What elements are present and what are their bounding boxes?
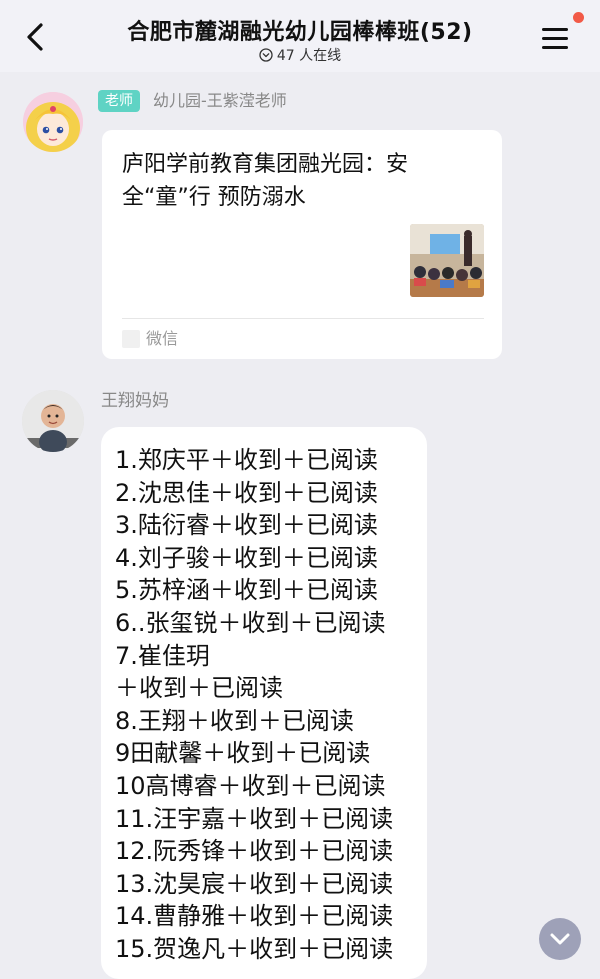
message-line: 3.陆衍睿＋收到＋已阅读 bbox=[115, 511, 378, 540]
chat-header: 合肥市麓湖融光幼儿园棒棒班(52) 47 人在线 bbox=[0, 0, 600, 72]
message-line: 15.贺逸凡＋收到＋已阅读 bbox=[115, 935, 394, 963]
message-line: 4.刘子骏＋收到＋已阅读 bbox=[115, 543, 378, 572]
message-line: 7.崔佳玥 bbox=[115, 641, 210, 670]
chevron-down-circle-icon[interactable] bbox=[259, 48, 273, 62]
child-photo-avatar-icon bbox=[22, 390, 84, 452]
menu-bar bbox=[542, 46, 568, 49]
chevron-down-icon bbox=[550, 933, 570, 945]
message-line: 12.阮秀锋＋收到＋已阅读 bbox=[115, 837, 394, 866]
scroll-to-bottom-button[interactable] bbox=[539, 918, 581, 960]
message-line: 8.王翔＋收到＋已阅读 bbox=[115, 706, 354, 735]
message-line: 6..张玺锐＋收到＋已阅读 bbox=[115, 609, 386, 637]
message-line: 1.郑庆平＋收到＋已阅读 bbox=[115, 446, 378, 474]
cartoon-girl-avatar-icon bbox=[23, 92, 83, 152]
chat-title: 合肥市麓湖融光幼儿园棒棒班(52) bbox=[127, 20, 473, 45]
classroom-photo-icon bbox=[410, 224, 484, 297]
menu-bar bbox=[542, 28, 568, 31]
online-status: 47 人在线 bbox=[0, 45, 600, 65]
menu-bar bbox=[542, 37, 568, 40]
message-line: 10高博睿＋收到＋已阅读 bbox=[115, 772, 386, 800]
message-line: 5.苏梓涵＋收到＋已阅读 bbox=[115, 576, 378, 605]
online-count: 47 人在线 bbox=[276, 48, 342, 64]
card-source: 微信 bbox=[146, 329, 179, 348]
teacher-sender-name: 幼儿园-王紫滢老师 bbox=[153, 91, 287, 110]
message-bubble[interactable]: 1.郑庆平＋收到＋已阅读 2.沈思佳＋收到＋已阅读 3.陆衍睿＋收到＋已阅读 4… bbox=[101, 427, 427, 979]
sender-avatar[interactable] bbox=[22, 390, 84, 452]
teacher-avatar[interactable] bbox=[23, 92, 83, 152]
card-title: 庐阳学前教育集团融光园：安全“童”行 预防溺水 bbox=[122, 152, 409, 210]
teacher-tag: 老师 bbox=[98, 90, 140, 112]
sender-name: 王翔妈妈 bbox=[101, 391, 169, 411]
message-line: 2.沈思佳＋收到＋已阅读 bbox=[115, 478, 378, 507]
card-thumbnail bbox=[410, 224, 484, 297]
message-line: 11.汪宇嘉＋收到＋已阅读 bbox=[115, 804, 394, 833]
message-line: 14.曹静雅＋收到＋已阅读 bbox=[115, 902, 394, 931]
menu-button[interactable] bbox=[538, 20, 574, 54]
message-line: 13.沈昊宸＋收到＋已阅读 bbox=[115, 869, 394, 898]
message-line: ＋收到＋已阅读 bbox=[115, 674, 283, 703]
link-card[interactable]: 庐阳学前教育集团融光园：安全“童”行 预防溺水 微信 bbox=[102, 130, 502, 359]
card-divider bbox=[122, 318, 484, 319]
notification-dot bbox=[573, 12, 584, 23]
wechat-source-icon bbox=[122, 330, 140, 348]
message-line: 9田献馨＋收到＋已阅读 bbox=[115, 739, 371, 768]
